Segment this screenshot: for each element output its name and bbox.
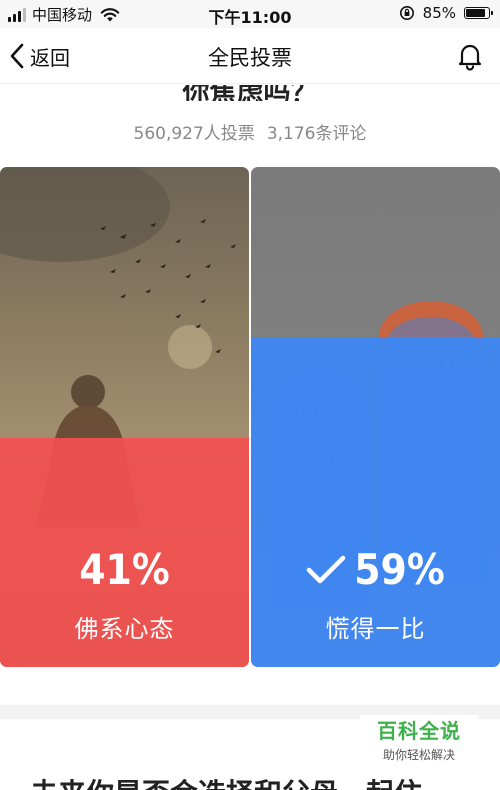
rotation-lock-icon [399, 6, 414, 20]
vote-option-right[interactable]: 59% 慌得一比 [251, 167, 500, 667]
bell-button[interactable] [454, 40, 486, 72]
bell-icon [458, 44, 482, 71]
status-bar: 中国移动 下午11:00 85% [0, 0, 500, 28]
status-right: 85% [399, 4, 493, 22]
checkmark-icon [307, 555, 346, 583]
watermark-subtitle: 助你轻松解决 [382, 748, 455, 762]
battery-percent: 85% [422, 4, 456, 22]
next-question-title[interactable]: 未来你是否会选择和父母一起住 [30, 772, 422, 790]
vote-option-left[interactable]: 41% 佛系心态 [0, 167, 249, 667]
option-right-label: 慌得一比 [325, 615, 426, 643]
nav-bar: 返回 全民投票 [0, 28, 500, 84]
page-title: 全民投票 [208, 46, 292, 70]
vote-count: 560,927人投票 [133, 124, 255, 144]
option-left-percent: 41% [0, 545, 249, 594]
option-left-percent-text: 41% [79, 545, 170, 594]
watermark: 百科全说 助你轻松解决 [360, 715, 478, 765]
vote-stats: 560,927人投票 3,176条评论 [0, 119, 500, 144]
battery-fill [466, 9, 485, 17]
option-left-label: 佛系心态 [74, 615, 175, 643]
question-title: 你焦虑吗？ [182, 85, 318, 101]
option-right-percent-text: 59% [354, 545, 445, 594]
option-right-percent: 59% [251, 545, 500, 594]
question-clip: 你焦虑吗？ [0, 85, 500, 101]
comment-count: 3,176条评论 [266, 124, 367, 144]
battery-icon [464, 7, 493, 19]
next-question-clip: 未来你是否会选择和父母一起住 [0, 772, 500, 790]
watermark-title: 百科全说 [377, 719, 461, 743]
